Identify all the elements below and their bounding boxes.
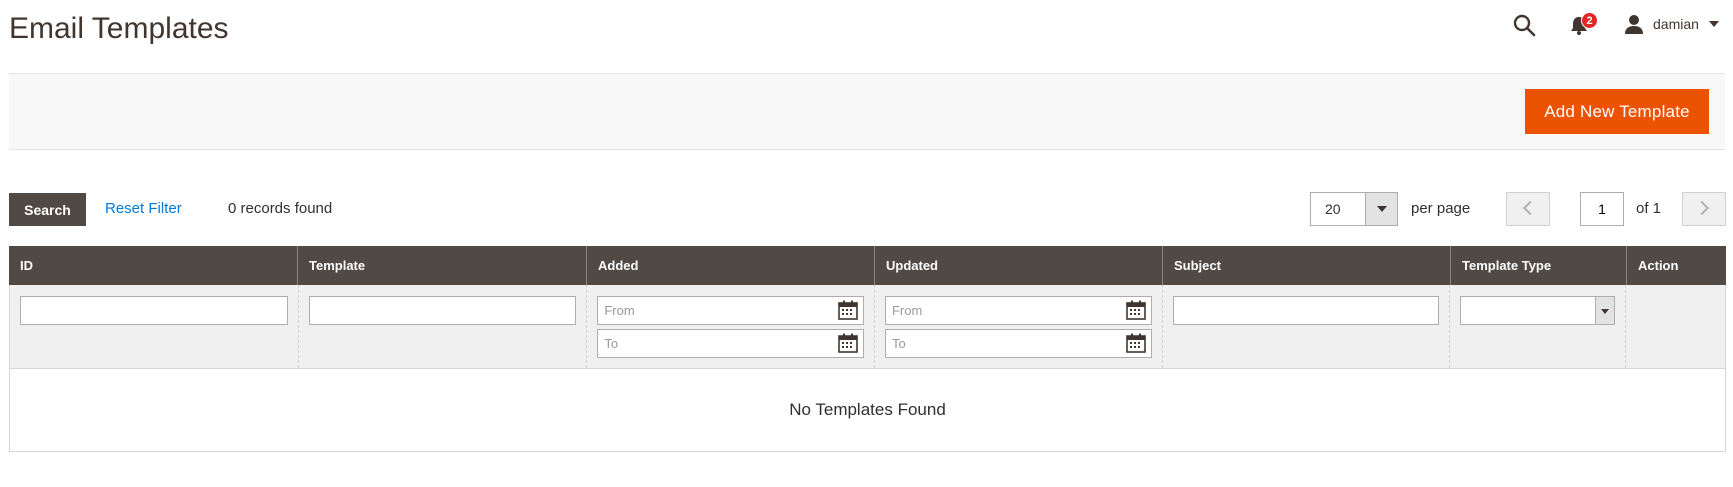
template-type-toggle[interactable] — [1595, 296, 1616, 325]
added-to-input[interactable] — [597, 329, 864, 358]
next-page-button[interactable] — [1682, 192, 1726, 226]
filter-cell-template — [299, 285, 588, 368]
column-header-subject[interactable]: Subject — [1163, 246, 1451, 285]
updated-to-field — [884, 329, 1152, 358]
add-new-template-button[interactable]: Add New Template — [1525, 89, 1709, 134]
per-page-select[interactable]: 20 — [1310, 192, 1398, 226]
filter-subject-input[interactable] — [1172, 296, 1440, 325]
added-from-field — [597, 296, 864, 325]
page-actions-bar: Add New Template — [9, 73, 1725, 150]
column-header-id[interactable]: ID — [9, 246, 298, 285]
grid-filters-row — [9, 285, 1726, 368]
column-header-template-type[interactable]: Template Type — [1451, 246, 1627, 285]
reset-filter-link[interactable]: Reset Filter — [105, 200, 182, 217]
added-to-field — [597, 329, 864, 358]
empty-state-row: No Templates Found — [9, 368, 1726, 452]
calendar-icon[interactable] — [1125, 333, 1146, 353]
notification-badge[interactable]: 2 — [1581, 12, 1598, 29]
user-menu[interactable]: damian — [1623, 12, 1719, 36]
user-name: damian — [1653, 16, 1699, 32]
page-title: Email Templates — [9, 12, 229, 45]
search-icon[interactable] — [1512, 13, 1536, 37]
user-icon — [1625, 15, 1643, 34]
updated-from-field — [884, 296, 1152, 325]
current-page-input[interactable] — [1580, 192, 1624, 226]
filter-cell-id — [10, 285, 299, 368]
chevron-down-icon — [1377, 206, 1387, 212]
calendar-icon[interactable] — [838, 300, 858, 320]
empty-state-text: No Templates Found — [789, 400, 946, 419]
filter-cell-template-type — [1450, 285, 1627, 368]
column-header-action: Action — [1638, 258, 1679, 273]
column-header-added[interactable]: Added — [587, 246, 875, 285]
total-pages-label: of 1 — [1636, 200, 1662, 217]
chevron-down-icon — [1708, 21, 1719, 27]
chevron-right-icon — [1694, 200, 1710, 216]
filter-cell-subject — [1163, 285, 1451, 368]
per-page-label: per page — [1411, 200, 1471, 217]
chevron-left-icon — [1522, 200, 1538, 216]
filter-id-input[interactable] — [20, 296, 288, 325]
chevron-down-icon — [1601, 309, 1610, 314]
updated-from-input[interactable] — [884, 296, 1152, 325]
calendar-icon[interactable] — [1125, 300, 1146, 320]
per-page-toggle[interactable] — [1365, 193, 1397, 225]
previous-page-button[interactable] — [1506, 192, 1550, 226]
filter-cell-added — [587, 285, 875, 368]
updated-to-input[interactable] — [884, 329, 1152, 358]
calendar-icon[interactable] — [838, 333, 858, 353]
added-from-input[interactable] — [597, 296, 864, 325]
filter-template-input[interactable] — [308, 296, 577, 325]
filter-cell-action — [1626, 285, 1725, 368]
template-type-select-box[interactable] — [1460, 296, 1616, 325]
template-type-select[interactable] — [1460, 296, 1616, 325]
column-header-updated[interactable]: Updated — [875, 246, 1163, 285]
per-page-value: 20 — [1325, 201, 1341, 217]
grid-header: ID Template Added Updated Subject Templa… — [9, 246, 1726, 285]
records-count: 0 records found — [228, 200, 333, 217]
column-header-template[interactable]: Template — [298, 246, 587, 285]
search-button[interactable]: Search — [9, 193, 86, 226]
filter-cell-updated — [875, 285, 1163, 368]
templates-grid: ID Template Added Updated Subject Templa… — [9, 246, 1726, 452]
